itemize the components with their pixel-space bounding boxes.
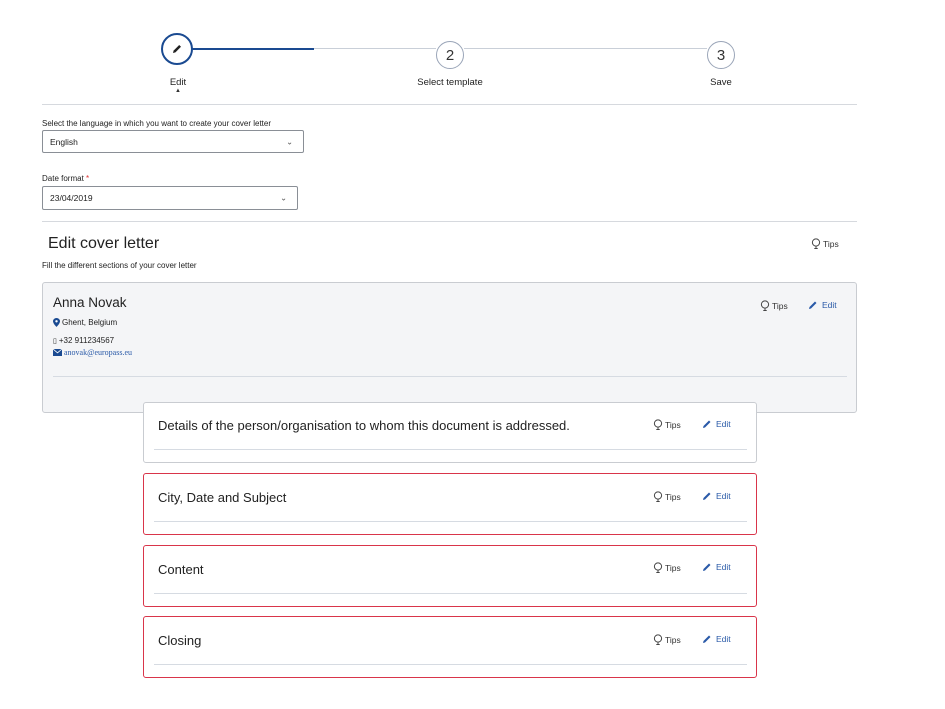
pencil-icon: [703, 563, 711, 571]
lightbulb-icon: [653, 491, 663, 502]
profile-email[interactable]: anovak@europass.eu: [53, 348, 132, 357]
lightbulb-icon: [653, 634, 663, 645]
step-select-template[interactable]: 2: [436, 41, 464, 69]
step-edit[interactable]: [161, 33, 193, 65]
edit-label: Edit: [716, 562, 731, 572]
profile-card: Anna Novak Ghent, Belgium ▯ +32 91123456…: [42, 282, 857, 413]
step-progress-line: [192, 48, 314, 50]
section-title: Edit cover letter: [48, 235, 160, 252]
phone-icon: ▯: [53, 337, 57, 345]
step-label-save: Save: [710, 77, 732, 88]
profile-tips-button[interactable]: Tips: [760, 300, 788, 312]
card-divider: [154, 664, 747, 665]
pencil-icon: [173, 45, 181, 53]
card-divider: [154, 593, 747, 594]
date-format-select[interactable]: 23/04/2019 ⌄: [42, 186, 298, 210]
profile-divider: [53, 376, 847, 377]
card-title: Details of the person/organisation to wh…: [158, 418, 570, 433]
language-label: Select the language in which you want to…: [42, 119, 272, 128]
lightbulb-icon: [653, 562, 663, 573]
language-value: English: [50, 136, 78, 147]
tips-label: Tips: [665, 563, 681, 573]
divider: [42, 104, 857, 105]
card-tips-button[interactable]: Tips: [653, 419, 681, 431]
pencil-icon: [703, 492, 711, 500]
section-card-closing: Closing Tips Edit: [143, 616, 757, 678]
pencil-icon: [809, 301, 817, 309]
card-divider: [154, 449, 747, 450]
step-label-select-template: Select template: [417, 77, 483, 88]
card-edit-button[interactable]: Edit: [702, 562, 731, 572]
card-tips-button[interactable]: Tips: [653, 634, 681, 646]
required-mark: *: [86, 174, 90, 183]
card-edit-button[interactable]: Edit: [702, 634, 731, 644]
step-line: [314, 48, 436, 49]
profile-phone: ▯ +32 911234567: [53, 336, 114, 345]
language-select[interactable]: English ⌄: [42, 130, 304, 153]
date-format-label: Date format *: [42, 174, 89, 183]
divider: [42, 221, 857, 222]
edit-label: Edit: [716, 634, 731, 644]
section-tips-button[interactable]: Tips: [811, 238, 839, 250]
lightbulb-icon: [760, 300, 770, 311]
tips-label: Tips: [665, 420, 681, 430]
section-card-content: Content Tips Edit: [143, 545, 757, 607]
tips-label: Tips: [772, 301, 788, 311]
step-line: [464, 48, 707, 49]
step-label-edit: Edit: [169, 77, 187, 88]
card-title: Content: [158, 562, 204, 577]
card-tips-button[interactable]: Tips: [653, 491, 681, 503]
tips-label: Tips: [665, 492, 681, 502]
card-edit-button[interactable]: Edit: [702, 491, 731, 501]
edit-label: Edit: [822, 300, 837, 310]
profile-edit-button[interactable]: Edit: [808, 300, 837, 310]
pencil-icon: [703, 420, 711, 428]
card-divider: [154, 521, 747, 522]
pencil-icon: [703, 635, 711, 643]
card-edit-button[interactable]: Edit: [702, 419, 731, 429]
chevron-down-icon: ⌄: [286, 137, 293, 146]
chevron-down-icon: ⌄: [280, 193, 287, 203]
section-card-recipient: Details of the person/organisation to wh…: [143, 402, 757, 463]
profile-name: Anna Novak: [53, 295, 127, 310]
phone-text: +32 911234567: [58, 336, 115, 345]
location-text: Ghent, Belgium: [62, 318, 118, 327]
map-marker-icon: [53, 318, 60, 327]
edit-label: Edit: [716, 419, 731, 429]
card-title: Closing: [158, 633, 202, 648]
card-title: City, Date and Subject: [158, 490, 287, 505]
date-format-label-text: Date format: [42, 174, 84, 183]
envelope-icon: [53, 349, 62, 356]
card-tips-button[interactable]: Tips: [653, 562, 681, 574]
tips-label: Tips: [823, 239, 839, 249]
tips-label: Tips: [665, 635, 681, 645]
section-card-city-date-subject: City, Date and Subject Tips Edit: [143, 473, 757, 535]
lightbulb-icon: [653, 419, 663, 430]
profile-location: Ghent, Belgium: [53, 318, 117, 327]
step-save[interactable]: 3: [707, 41, 735, 69]
date-format-value: 23/04/2019: [50, 193, 93, 203]
email-text: anovak@europass.eu: [64, 348, 133, 357]
active-step-marker: ▲: [175, 88, 181, 94]
section-subtitle: Fill the different sections of your cove…: [42, 261, 197, 270]
lightbulb-icon: [811, 238, 821, 249]
edit-label: Edit: [716, 491, 731, 501]
